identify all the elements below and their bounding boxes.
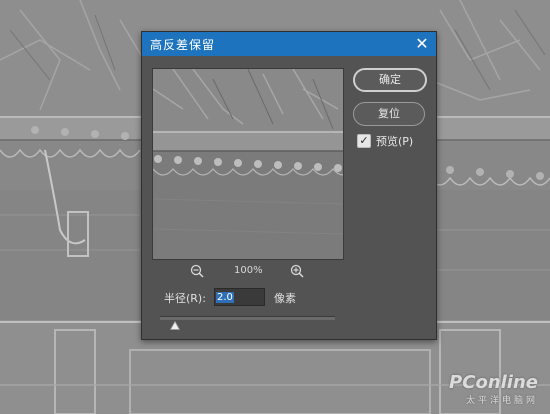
preview-image[interactable] xyxy=(152,68,344,260)
preview-image-content xyxy=(153,69,343,259)
zoom-level: 100% xyxy=(234,265,263,276)
dialog-title: 高反差保留 xyxy=(150,38,216,52)
zoom-controls: 100% xyxy=(190,264,310,280)
radius-label: 半径(R): xyxy=(164,292,206,305)
ok-button[interactable]: 确定 xyxy=(353,68,427,92)
watermark-subtitle: 太平洋电脑网 xyxy=(465,396,538,406)
reset-button[interactable]: 复位 xyxy=(353,102,425,126)
radius-value: 2.0 xyxy=(216,292,234,303)
radius-slider-thumb[interactable] xyxy=(170,321,181,330)
zoom-out-icon[interactable] xyxy=(190,264,204,278)
radius-unit: 像素 xyxy=(274,292,296,305)
radius-input[interactable]: 2.0 xyxy=(214,288,265,306)
preview-checkbox[interactable]: ✓ xyxy=(357,134,371,148)
watermark: PConline 太平洋电脑网 xyxy=(449,372,538,406)
zoom-in-icon[interactable] xyxy=(290,264,304,278)
watermark-brand: PConline xyxy=(449,372,538,393)
dialog-titlebar[interactable]: 高反差保留 ✕ xyxy=(142,32,436,56)
preview-label: 预览(P) xyxy=(376,135,414,148)
high-pass-dialog: 高反差保留 ✕ 确定 复位 ✓ 预览(P) 100% 半径(R): 2.0 像素 xyxy=(141,31,437,340)
close-icon[interactable]: ✕ xyxy=(412,34,432,54)
radius-slider-track[interactable] xyxy=(160,316,335,320)
